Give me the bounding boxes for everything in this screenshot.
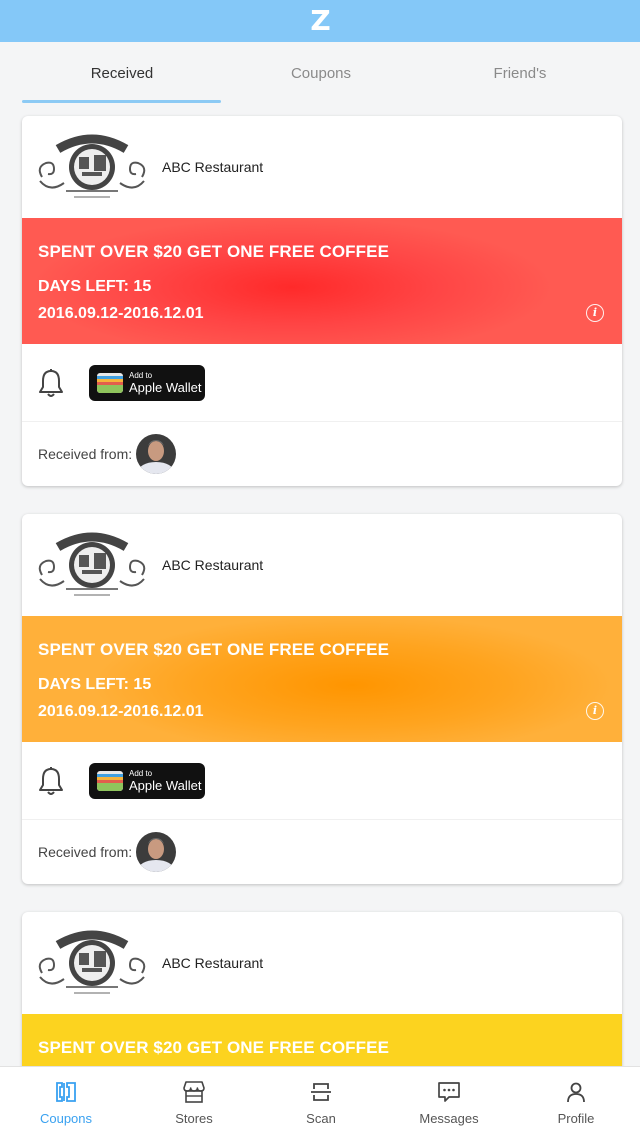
offer-title: SPENT OVER $20 GET ONE FREE COFFEE [38, 1038, 390, 1057]
active-tab-indicator [22, 100, 221, 103]
add-to-apple-wallet-button[interactable]: Add to Apple Wallet [89, 364, 205, 401]
nav-scan[interactable]: Scan [257, 1067, 385, 1136]
wallet-label: Apple Wallet [129, 777, 202, 793]
received-from-label: Received from: [38, 844, 133, 860]
tab-bar: Received Coupons Friend's [0, 42, 640, 104]
date-range: 2016.09.12-2016.12.01 [38, 703, 204, 720]
card-header: ABC Restaurant [22, 514, 622, 616]
wallet-icon [97, 770, 123, 791]
info-icon[interactable]: i [586, 702, 604, 720]
offer-banner[interactable]: SPENT OVER $20 GET ONE FREE COFFEE [22, 1014, 622, 1066]
tab-coupons[interactable]: Coupons [221, 42, 421, 104]
wallet-label: Apple Wallet [129, 379, 202, 395]
offer-banner[interactable]: SPENT OVER $20 GET ONE FREE COFFEE DAYS … [22, 218, 622, 344]
store-icon [183, 1081, 205, 1103]
app-logo: Z [310, 4, 330, 37]
wallet-icon [97, 372, 123, 393]
nav-messages[interactable]: Messages [385, 1067, 513, 1136]
bell-icon[interactable] [38, 368, 64, 398]
restaurant-logo [36, 129, 148, 205]
received-from-row: Received from: [22, 422, 622, 486]
nav-label: Coupons [39, 1111, 93, 1126]
coupons-icon [56, 1082, 76, 1102]
coupon-card[interactable]: ABC Restaurant SPENT OVER $20 GET ONE FR… [22, 514, 622, 884]
received-from-label: Received from: [38, 446, 133, 462]
store-name: ABC Restaurant [162, 955, 264, 971]
nav-label: Scan [306, 1111, 336, 1126]
nav-label: Messages [419, 1111, 479, 1126]
nav-label: Profile [557, 1111, 595, 1126]
nav-profile[interactable]: Profile [512, 1067, 640, 1136]
wallet-small-label: Add to [129, 768, 153, 778]
card-header: ABC Restaurant [22, 912, 622, 1014]
coupon-list[interactable]: ABC Restaurant SPENT OVER $20 GET ONE FR… [0, 104, 640, 1066]
coupon-card[interactable]: ABC Restaurant SPENT OVER $20 GET ONE FR… [22, 912, 622, 1066]
offer-title: SPENT OVER $20 GET ONE FREE COFFEE [38, 242, 390, 261]
days-left: DAYS LEFT: 15 [38, 676, 152, 693]
sender-avatar[interactable] [136, 832, 176, 872]
add-to-apple-wallet-button[interactable]: Add to Apple Wallet [89, 762, 205, 799]
wallet-small-label: Add to [129, 370, 153, 380]
card-header: ABC Restaurant [22, 116, 622, 218]
bottom-nav: Coupons Stores Scan Messages Profile [0, 1066, 640, 1136]
offer-title: SPENT OVER $20 GET ONE FREE COFFEE [38, 640, 390, 659]
messages-icon [438, 1082, 460, 1102]
card-actions: Add to Apple Wallet [22, 344, 622, 422]
coupon-card[interactable]: ABC Restaurant SPENT OVER $20 GET ONE FR… [22, 116, 622, 486]
nav-label: Stores [175, 1111, 213, 1126]
days-left: DAYS LEFT: 15 [38, 278, 152, 295]
restaurant-logo [36, 925, 148, 1001]
restaurant-logo [36, 527, 148, 603]
bell-icon[interactable] [38, 766, 64, 796]
scan-icon [311, 1083, 331, 1101]
profile-icon [567, 1082, 585, 1103]
nav-stores[interactable]: Stores [130, 1067, 258, 1136]
info-icon[interactable]: i [586, 304, 604, 322]
store-name: ABC Restaurant [162, 557, 264, 573]
nav-coupons[interactable]: Coupons [2, 1067, 130, 1136]
card-actions: Add to Apple Wallet [22, 742, 622, 820]
received-from-row: Received from: [22, 820, 622, 884]
offer-banner[interactable]: SPENT OVER $20 GET ONE FREE COFFEE DAYS … [22, 616, 622, 742]
store-name: ABC Restaurant [162, 159, 264, 175]
tab-received[interactable]: Received [22, 42, 222, 104]
sender-avatar[interactable] [136, 434, 176, 474]
top-bar: Z [0, 0, 640, 42]
tab-friends[interactable]: Friend's [420, 42, 620, 104]
date-range: 2016.09.12-2016.12.01 [38, 305, 204, 322]
